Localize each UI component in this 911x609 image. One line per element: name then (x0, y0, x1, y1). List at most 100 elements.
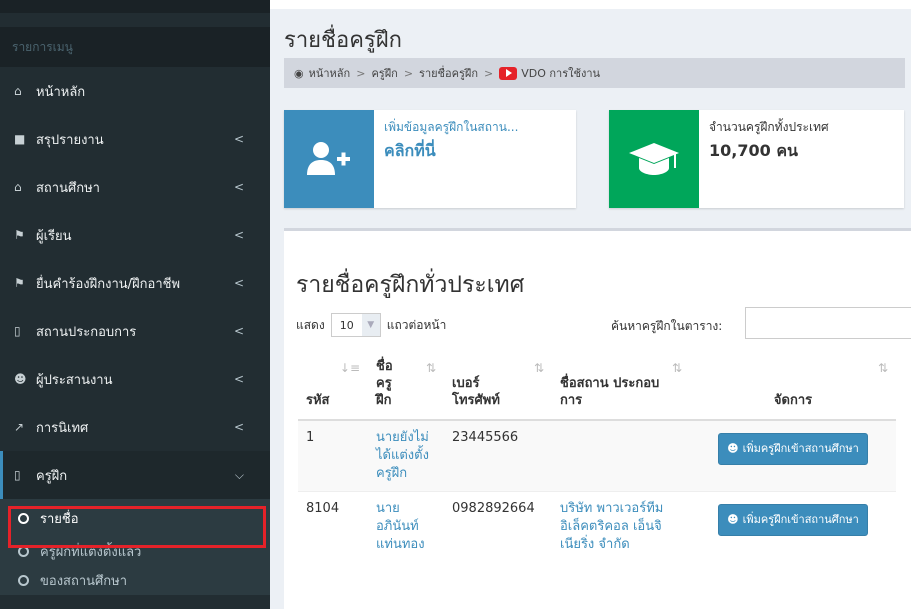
youtube-icon (499, 66, 518, 80)
column-header-phone[interactable]: ⇅ เบอร์ โทรศัพท์ (444, 352, 552, 421)
cell-name[interactable]: นาย อภินันท์ แท่นทอง (368, 491, 444, 562)
column-header-id[interactable]: ↓≡ รหัส (298, 352, 368, 421)
column-header-actions[interactable]: ⇅ จัดการ (690, 352, 896, 421)
sidebar-item-trainers[interactable]: ▯ ครูฝึก ⌵ (0, 451, 270, 499)
show-label: แสดง (296, 317, 325, 332)
chevron-left-icon: < (233, 276, 244, 290)
sidebar-submenu: รายชื่อ ครูฝึกที่แต่งตั้งแล้ว ของสถานศึก… (0, 499, 270, 595)
sort-icon: ⇅ (671, 361, 682, 375)
submenu-item-institution[interactable]: ของสถานศึกษา (0, 566, 270, 595)
breadcrumb-separator: > (356, 66, 366, 80)
submenu-item-label: ครูฝึกที่แต่งตั้งแล้ว (40, 545, 142, 560)
sidebar-item-label: สถานศึกษา (36, 180, 100, 196)
search-input[interactable] (745, 307, 911, 339)
cell-phone: 0982892664 (444, 491, 552, 562)
user-icon: ☻ (727, 513, 739, 526)
add-trainer-infobox[interactable]: เพิ่มข้อมูลครูฝึกในสถาน... คลิกที่นี่ (284, 110, 576, 208)
sidebar-item-report[interactable]: ■ สรุปรายงาน < (0, 115, 270, 163)
circle-icon (18, 575, 29, 586)
home-icon: ⌂ (14, 84, 22, 98)
table-row: 8104 นาย อภินันท์ แท่นทอง 0982892664 บริ… (298, 491, 896, 562)
column-header-company[interactable]: ⇅ ชื่อสถาน ประกอบการ (552, 352, 690, 421)
button-label: เพิ่มครูฝึกเข้าสถานศึกษา (742, 513, 859, 526)
circle-icon (18, 546, 29, 557)
main-content: รายชื่อครูฝึก ◉ หน้าหลัก > ครูฝึก > รายช… (270, 0, 911, 609)
chevron-left-icon: < (233, 372, 244, 386)
rows-per-page-label: แถวต่อหน้า (386, 317, 447, 332)
add-user-icon (284, 110, 374, 208)
trainer-count-label: จำนวนครูฝึกทั้งประเทศ (709, 120, 829, 134)
sidebar-item-label: ยื่นคำร้องฝึกงาน/ฝึกอาชีพ (36, 276, 181, 292)
graduation-cap-icon: ⚑ (14, 276, 25, 290)
building-icon: ▯ (14, 324, 21, 338)
graduation-cap-icon: ⚑ (14, 228, 25, 242)
trainer-list-panel: รายชื่อครูฝึกทั่วประเทศ แสดง 10 ▼ แถวต่อ… (284, 228, 911, 609)
cell-company[interactable]: บริษัท พาวเวอร์ทีม อิเล็คตริคอล เอ็นจิเน… (552, 491, 690, 562)
cell-phone: 23445566 (444, 419, 552, 492)
sidebar-top-strip (0, 0, 270, 13)
sidebar-item-label: ครูฝึก (36, 468, 68, 484)
column-header-label: เบอร์ โทรศัพท์ (452, 376, 500, 408)
sidebar-header: รายการเมนู (0, 27, 270, 67)
sidebar-item-home[interactable]: ⌂ หน้าหลัก (0, 67, 270, 115)
cell-company[interactable] (552, 419, 690, 492)
page-size-select[interactable]: 10 ▼ (330, 313, 381, 337)
page-size-value: 10 (339, 318, 354, 332)
panel-title: รายชื่อครูฝึกทั่วประเทศ (296, 272, 525, 298)
sort-icon: ⇅ (425, 361, 436, 375)
cell-actions: ☻ เพิ่มครูฝึกเข้าสถานศึกษา (690, 491, 896, 562)
sidebar-item-requests[interactable]: ⚑ ยื่นคำร้องฝึกงาน/ฝึกอาชีพ < (0, 259, 270, 307)
breadcrumb: ◉ หน้าหลัก > ครูฝึก > รายชื่อครูฝึก > VD… (284, 58, 905, 88)
sidebar-item-institution[interactable]: ⌂ สถานศึกษา < (0, 163, 270, 211)
column-header-label: จัดการ (773, 393, 813, 408)
column-header-name[interactable]: ⇅ ชื่อ ครู ฝึก (368, 352, 444, 421)
sidebar-item-companies[interactable]: ▯ สถานประกอบการ < (0, 307, 270, 355)
submenu-item-list[interactable]: รายชื่อ (0, 499, 270, 537)
sidebar-item-coordinators[interactable]: ☻ ผู้ประสานงาน < (0, 355, 270, 403)
users-icon: ☻ (14, 372, 27, 386)
chevron-left-icon: < (233, 180, 244, 194)
breadcrumb-vdo-link[interactable]: VDO การใช้งาน (521, 64, 600, 82)
circle-icon (18, 512, 29, 524)
chevron-left-icon: < (233, 228, 244, 242)
building-icon: ▯ (14, 468, 21, 482)
dropdown-arrow-icon: ▼ (361, 314, 380, 336)
add-trainer-to-school-button[interactable]: ☻ เพิ่มครูฝึกเข้าสถานศึกษา (718, 433, 868, 465)
breadcrumb-separator: > (403, 66, 414, 80)
breadcrumb-home[interactable]: หน้าหลัก (309, 64, 351, 82)
sidebar-item-supervision[interactable]: ↗ การนิเทศ < (0, 403, 270, 451)
column-header-label: ชื่อ ครู ฝึก (376, 359, 393, 408)
book-icon: ■ (14, 132, 26, 146)
page-title: รายชื่อครูฝึก (284, 28, 402, 53)
cell-actions: ☻ เพิ่มครูฝึกเข้าสถานศึกษา (690, 419, 896, 492)
cell-name[interactable]: นายยังไม่ได้แต่งตั้งครูฝึก (368, 419, 444, 492)
top-navbar (270, 0, 911, 9)
click-here-link[interactable]: คลิกที่นี่ (384, 139, 518, 164)
cell-id: 1 (298, 419, 368, 492)
add-trainer-text[interactable]: เพิ่มข้อมูลครูฝึกในสถาน... (384, 118, 518, 137)
chevron-left-icon: < (233, 324, 244, 338)
chevron-left-icon: < (233, 132, 244, 146)
sidebar-item-label: การนิเทศ (36, 420, 89, 436)
submenu-item-label: ของสถานศึกษา (40, 574, 128, 589)
breadcrumb-trainer-list[interactable]: รายชื่อครูฝึก (419, 64, 478, 82)
button-label: เพิ่มครูฝึกเข้าสถานศึกษา (742, 442, 859, 455)
sort-asc-icon: ↓≡ (339, 361, 360, 375)
breadcrumb-trainers[interactable]: ครูฝึก (371, 64, 397, 82)
submenu-item-appointed[interactable]: ครูฝึกที่แต่งตั้งแล้ว (0, 537, 270, 566)
sidebar-item-label: สถานประกอบการ (36, 324, 137, 340)
chevron-down-icon: ⌵ (234, 467, 244, 482)
trainer-count-value: 10,700 คน (709, 141, 798, 160)
add-trainer-to-school-button[interactable]: ☻ เพิ่มครูฝึกเข้าสถานศึกษา (718, 504, 868, 536)
page-size-control: แสดง 10 ▼ แถวต่อหน้า (296, 313, 446, 337)
user-icon: ☻ (727, 442, 739, 455)
submenu-item-label: รายชื่อ (40, 511, 79, 527)
trainer-table: ↓≡ รหัส ⇅ ชื่อ ครู ฝึก ⇅ เบอร์ โทรศัพท์ … (298, 352, 896, 562)
search-label: ค้นหาครูฝึกในตาราง: (611, 319, 723, 333)
table-row: 1 นายยังไม่ได้แต่งตั้งครูฝึก 23445566 ☻ … (298, 419, 896, 492)
trainer-count-infobox: จำนวนครูฝึกทั้งประเทศ 10,700 คน (609, 110, 904, 208)
breadcrumb-separator: > (484, 66, 494, 80)
column-header-label: ชื่อสถาน ประกอบการ (560, 376, 660, 408)
sidebar-item-students[interactable]: ⚑ ผู้เรียน < (0, 211, 270, 259)
dashboard-icon: ◉ (294, 66, 304, 80)
